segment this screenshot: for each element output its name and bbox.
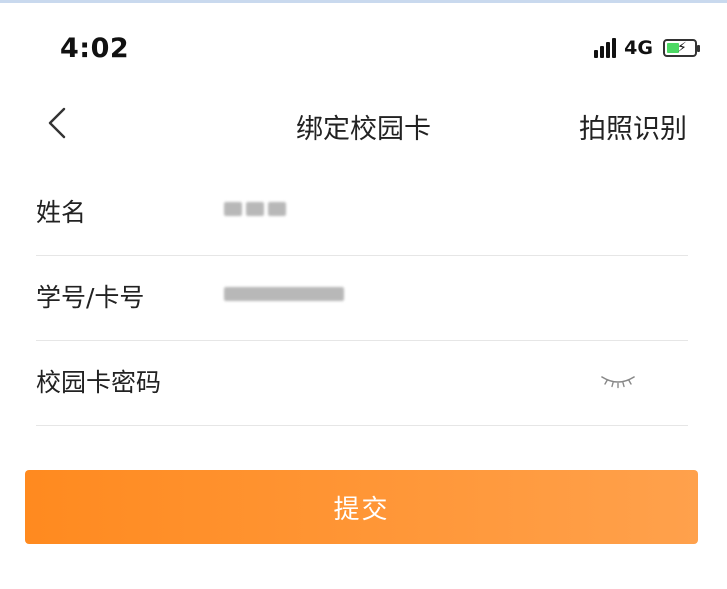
name-value-redacted	[224, 189, 290, 229]
nav-bar: 绑定校园卡 拍照识别	[0, 95, 727, 151]
password-input[interactable]	[224, 361, 608, 399]
password-row: 校园卡密码	[36, 341, 688, 426]
password-visibility-toggle[interactable]	[598, 369, 638, 393]
battery-tip	[697, 45, 700, 52]
signal-bars-icon	[594, 38, 617, 58]
status-bar: 4:02 4G ⚡	[0, 3, 727, 95]
bind-card-form: 姓名 学号/卡号 校园卡密码	[36, 171, 688, 426]
eye-closed-icon	[601, 376, 635, 389]
student-id-value-redacted	[224, 274, 348, 314]
photo-recognition-button[interactable]: 拍照识别	[579, 107, 687, 146]
status-indicators: 4G ⚡	[594, 37, 700, 59]
battery-charging-icon: ⚡	[663, 39, 700, 57]
charging-bolt-icon: ⚡	[677, 40, 687, 56]
name-row: 姓名	[36, 171, 688, 256]
student-id-row: 学号/卡号	[36, 256, 688, 341]
name-label: 姓名	[36, 198, 87, 227]
status-time: 4:02	[60, 33, 130, 64]
network-type: 4G	[624, 37, 653, 59]
submit-button[interactable]: 提交	[25, 470, 698, 544]
student-id-label: 学号/卡号	[36, 283, 145, 312]
password-label: 校园卡密码	[36, 368, 162, 397]
